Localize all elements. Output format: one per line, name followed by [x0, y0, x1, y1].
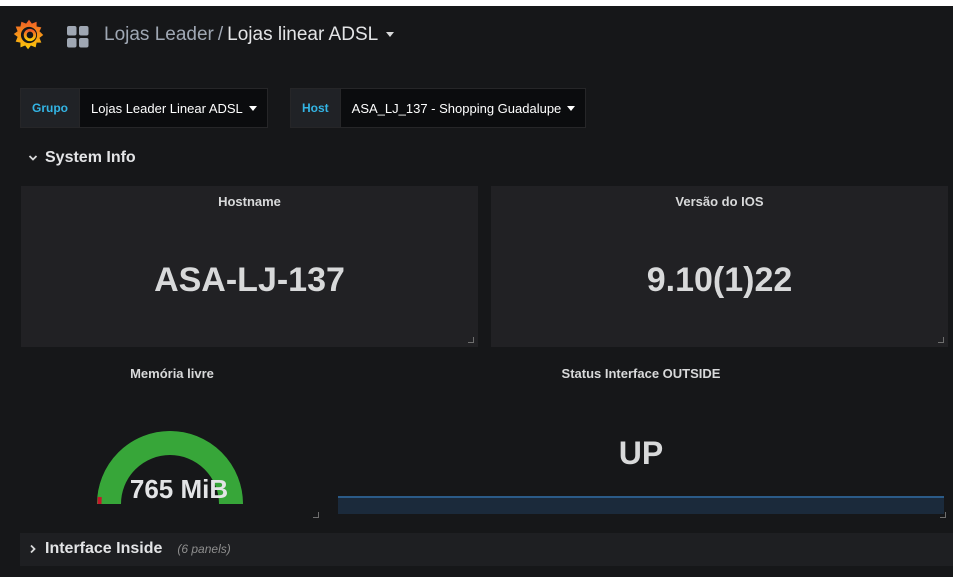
breadcrumb-separator: / — [217, 24, 224, 45]
resize-handle[interactable] — [313, 512, 319, 518]
row-system-info-title: System Info — [45, 149, 136, 166]
resize-handle[interactable] — [468, 337, 474, 343]
panel-status-outside-title[interactable]: Status Interface OUTSIDE — [333, 366, 949, 381]
caret-down-icon[interactable] — [386, 32, 395, 37]
dashboard-grid-icon[interactable] — [67, 26, 89, 48]
chevron-right-icon — [30, 544, 36, 554]
variable-grupo-dropdown[interactable]: Lojas Leader Linear ADSL — [79, 88, 268, 128]
status-outside-sparkline — [338, 496, 944, 514]
panel-free-memory-title[interactable]: Memória livre — [22, 366, 322, 381]
breadcrumb: Lojas Leader / Lojas linear ADSL — [104, 23, 395, 47]
grafana-logo-icon[interactable] — [10, 16, 48, 54]
variable-host-value: ASA_LJ_137 - Shopping Guadalupe — [351, 100, 562, 116]
dashboard-title[interactable]: Lojas linear ADSL — [227, 24, 378, 45]
row-interface-inside-count: (6 panels) — [177, 542, 231, 556]
variable-host-label: Host — [290, 88, 340, 128]
panel-hostname-value: ASA-LJ-137 — [154, 261, 345, 299]
panel-hostname-title[interactable]: Hostname — [22, 194, 477, 209]
panel-ios-version[interactable]: Versão do IOS 9.10(1)22 — [491, 186, 948, 347]
dashboard-navbar: Lojas Leader / Lojas linear ADSL — [0, 6, 953, 64]
row-interface-inside[interactable]: Interface Inside (6 panels) — [27, 540, 231, 558]
chevron-down-icon — [28, 155, 38, 161]
breadcrumb-folder-link[interactable]: Lojas Leader — [104, 24, 214, 45]
panel-ios-version-title[interactable]: Versão do IOS — [492, 194, 947, 209]
caret-down-icon — [248, 105, 257, 111]
variable-host: Host ASA_LJ_137 - Shopping Guadalupe — [290, 88, 587, 128]
variable-host-dropdown[interactable]: ASA_LJ_137 - Shopping Guadalupe — [339, 88, 587, 128]
variable-grupo-label: Grupo — [20, 88, 79, 128]
panel-ios-version-value: 9.10(1)22 — [646, 261, 793, 299]
variable-grupo: Grupo Lojas Leader Linear ADSL — [20, 88, 268, 128]
row-system-info[interactable]: System Info — [27, 149, 136, 167]
panel-free-memory-value: 765 MiB — [129, 474, 229, 504]
row-interface-inside-title: Interface Inside — [45, 540, 163, 557]
variable-grupo-value: Lojas Leader Linear ADSL — [91, 100, 243, 116]
panel-status-outside-value: UP — [618, 435, 664, 471]
resize-handle[interactable] — [938, 337, 944, 343]
panel-hostname[interactable]: Hostname ASA-LJ-137 — [21, 186, 478, 347]
caret-down-icon — [567, 105, 576, 111]
